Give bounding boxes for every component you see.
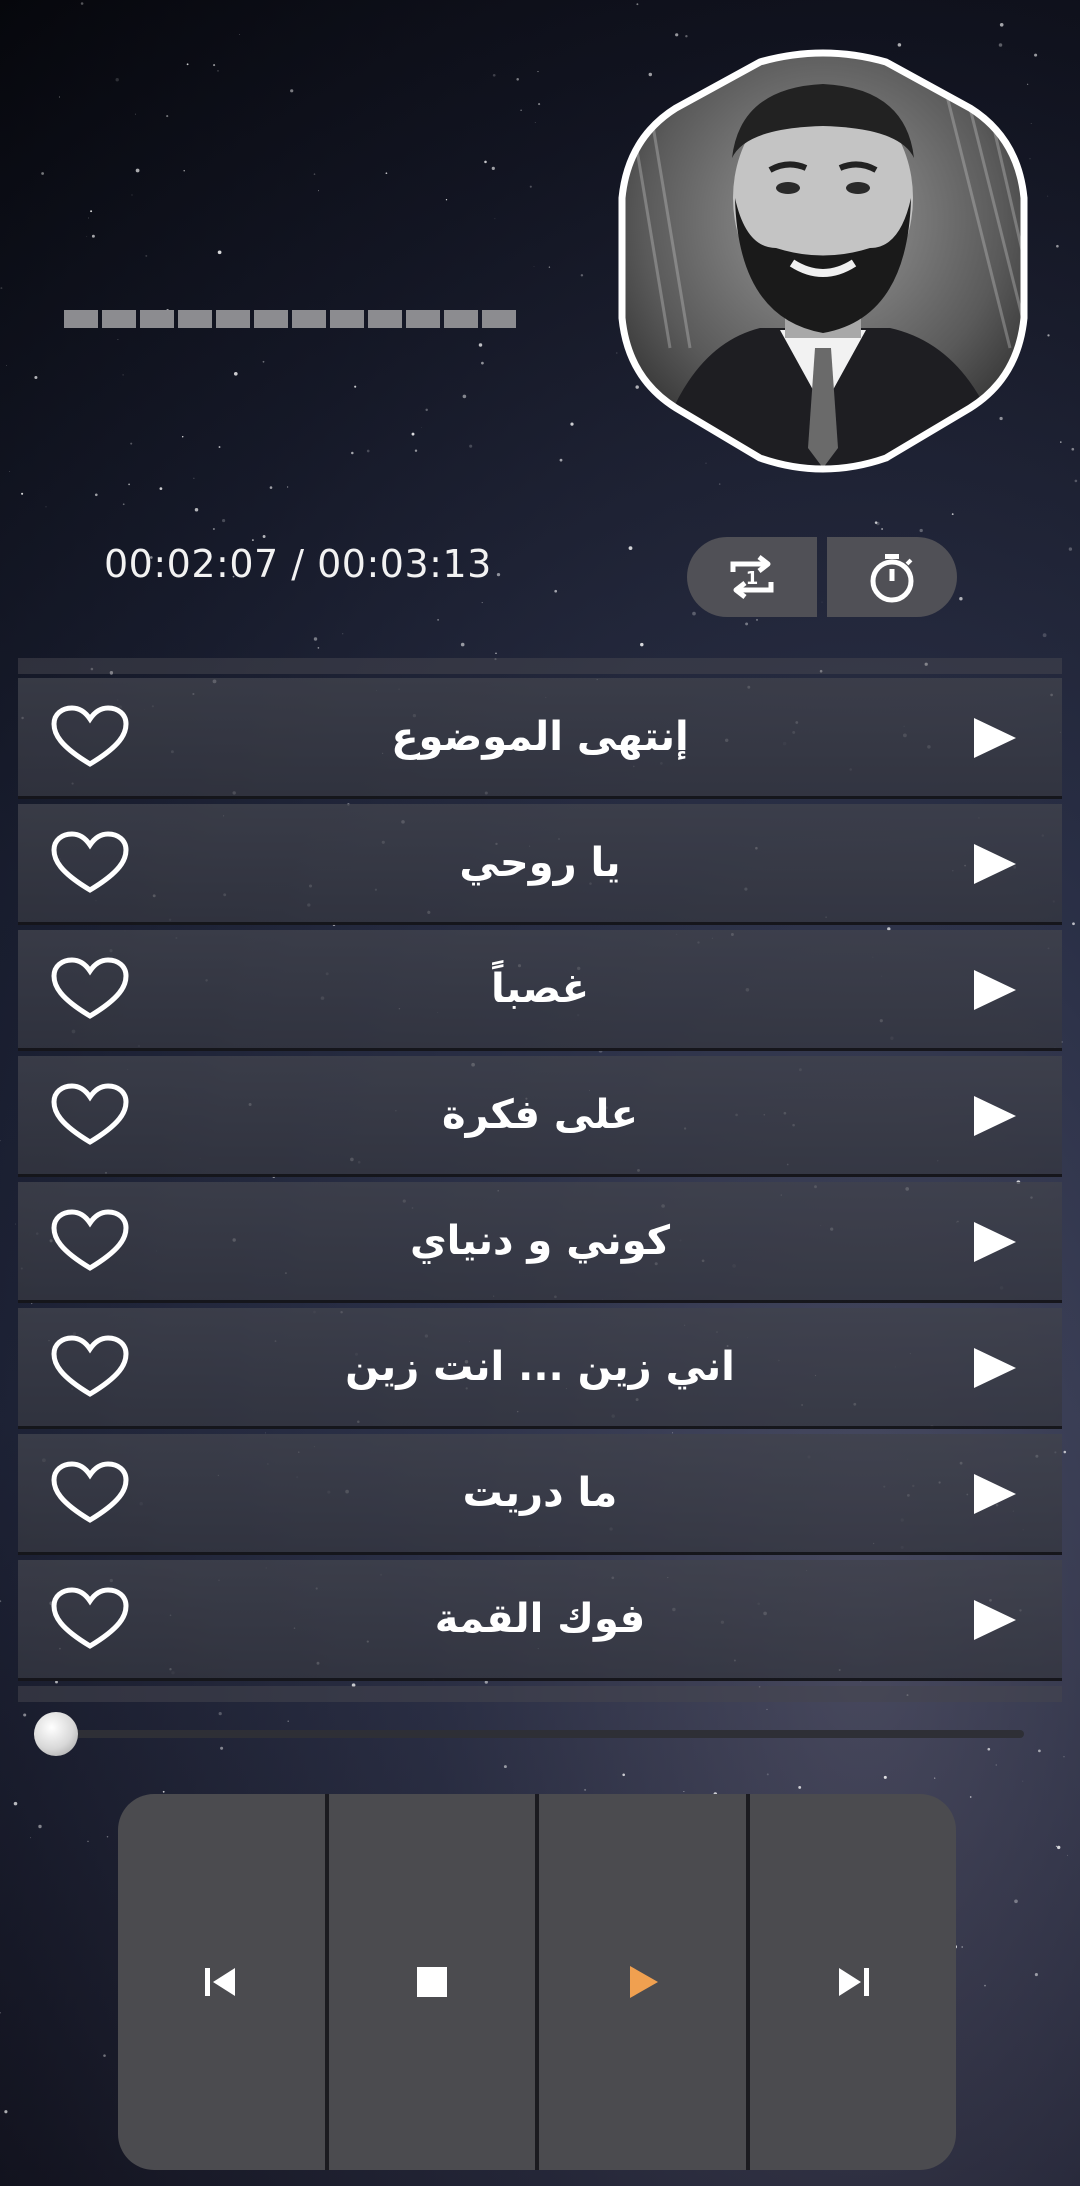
stop-button[interactable] xyxy=(324,1794,535,2170)
seek-thumb[interactable] xyxy=(34,1712,78,1756)
previous-button[interactable] xyxy=(118,1794,325,2170)
transport-controls xyxy=(118,1794,956,2170)
track-row[interactable]: غصباً xyxy=(18,930,1062,1051)
track-title: إنتهى الموضوع xyxy=(391,714,689,760)
next-button[interactable] xyxy=(745,1794,956,2170)
skip-next-icon xyxy=(838,1968,869,1996)
play-icon xyxy=(630,1966,659,1998)
favorite-heart-icon[interactable] xyxy=(50,1460,130,1526)
track-title: على فكرة xyxy=(442,1092,638,1138)
favorite-heart-icon[interactable] xyxy=(50,1586,130,1652)
favorite-heart-icon[interactable] xyxy=(50,1082,130,1148)
favorite-heart-icon[interactable] xyxy=(50,1208,130,1274)
track-title: غصباً xyxy=(490,966,590,1012)
favorite-heart-icon[interactable] xyxy=(50,704,130,770)
track-title: اني زين ... انت زين xyxy=(345,1344,735,1390)
skip-previous-icon xyxy=(205,1968,236,1996)
audio-visualizer xyxy=(64,310,516,328)
play-triangle-icon[interactable] xyxy=(972,1598,1018,1642)
favorite-heart-icon[interactable] xyxy=(50,1334,130,1400)
stop-icon xyxy=(416,1967,447,1997)
track-title: فوك القمة xyxy=(434,1596,646,1642)
track-row[interactable]: فوك القمة xyxy=(18,1560,1062,1681)
seek-track[interactable] xyxy=(34,1730,1024,1738)
favorite-heart-icon[interactable] xyxy=(50,830,130,896)
artist-avatar xyxy=(610,48,1036,478)
track-row[interactable]: يا روحي xyxy=(18,804,1062,925)
play-button[interactable] xyxy=(535,1794,746,2170)
track-title: يا روحي xyxy=(459,840,621,886)
play-triangle-icon[interactable] xyxy=(972,842,1018,886)
track-title: ما دريت xyxy=(462,1470,618,1516)
track-row[interactable]: ما دريت xyxy=(18,1434,1062,1555)
track-row[interactable]: على فكرة xyxy=(18,1056,1062,1177)
favorite-heart-icon[interactable] xyxy=(50,956,130,1022)
play-triangle-icon[interactable] xyxy=(972,716,1018,760)
play-triangle-icon[interactable] xyxy=(972,968,1018,1012)
track-row[interactable]: إنتهى الموضوع xyxy=(18,678,1062,799)
time-display: 00:02:07 / 00:03:13 xyxy=(104,542,492,586)
play-triangle-icon[interactable] xyxy=(972,1346,1018,1390)
play-triangle-icon[interactable] xyxy=(972,1220,1018,1264)
seek-bar[interactable] xyxy=(34,1712,1024,1756)
svg-text:1: 1 xyxy=(746,568,759,589)
repeat-one-button[interactable]: 1 xyxy=(687,537,817,617)
mode-controls: 1 xyxy=(687,537,957,617)
repeat-one-icon: 1 xyxy=(730,555,774,599)
play-triangle-icon[interactable] xyxy=(972,1094,1018,1138)
play-triangle-icon[interactable] xyxy=(972,1472,1018,1516)
track-row[interactable]: كوني و دنياي xyxy=(18,1182,1062,1303)
track-row[interactable]: اني زين ... انت زين xyxy=(18,1308,1062,1429)
sleep-timer-button[interactable] xyxy=(827,537,957,617)
playlist: إنتهى الموضوع يا روحي غصباً على فكرة كون… xyxy=(18,658,1062,1702)
timer-icon xyxy=(870,554,914,603)
track-title: كوني و دنياي xyxy=(409,1218,671,1264)
